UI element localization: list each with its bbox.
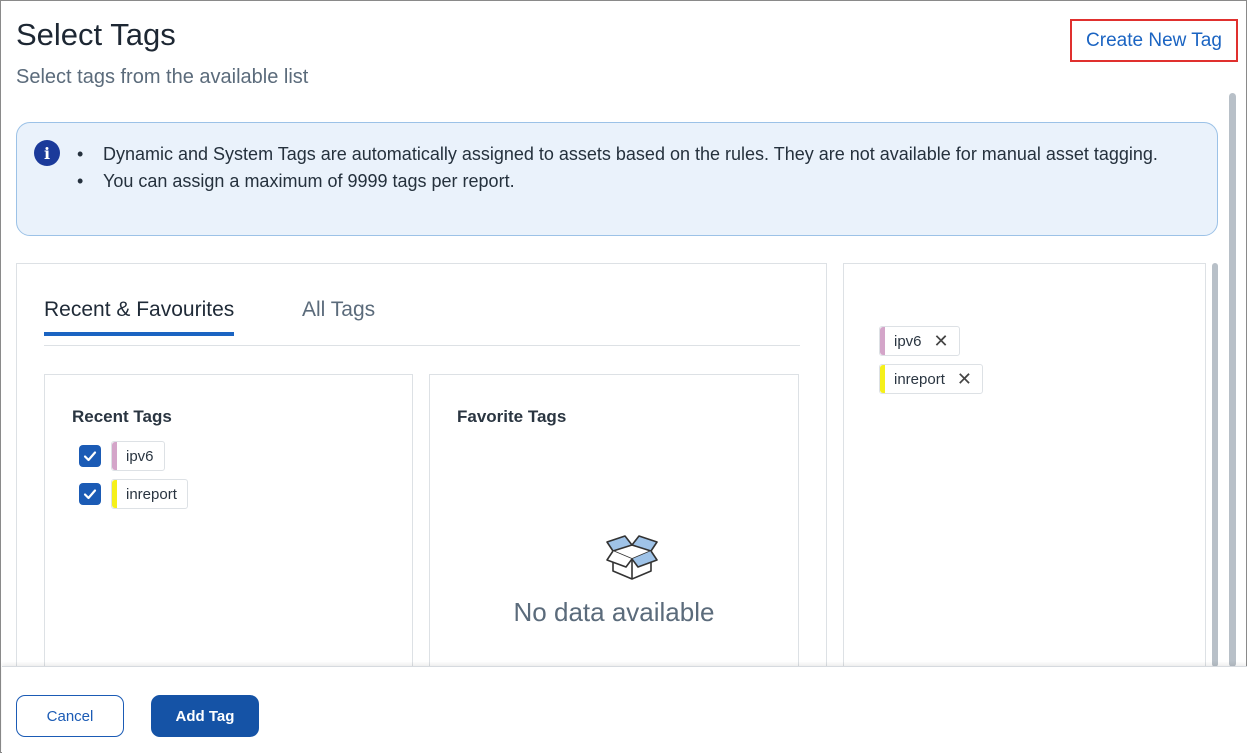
- tab-recent-favourites[interactable]: Recent & Favourites: [44, 294, 235, 336]
- tab-all-tags[interactable]: All Tags: [302, 294, 375, 346]
- remove-tag-icon[interactable]: ✕: [957, 370, 972, 388]
- selected-tags-list: ipv6 ✕ inreport ✕: [879, 326, 983, 402]
- tag-checkbox[interactable]: [79, 483, 101, 505]
- info-banner: i Dynamic and System Tags are automatica…: [16, 122, 1218, 236]
- tag-color-bar: [112, 480, 117, 508]
- add-tag-button[interactable]: Add Tag: [151, 695, 259, 737]
- empty-state-text: No data available: [513, 597, 715, 627]
- recent-tags-card: Recent Tags ipv6 inreport: [44, 374, 413, 684]
- empty-box-icon: [606, 535, 658, 580]
- favorite-tags-title: Favorite Tags: [457, 407, 567, 426]
- recent-tag-row: ipv6: [79, 441, 165, 471]
- dialog-footer: Cancel Add Tag: [2, 666, 1247, 753]
- dialog-scrollbar[interactable]: [1229, 93, 1236, 667]
- remove-tag-icon[interactable]: ✕: [934, 332, 949, 350]
- tag-color-bar: [880, 327, 885, 355]
- page-title: Select Tags: [16, 17, 176, 52]
- info-list: Dynamic and System Tags are automaticall…: [77, 141, 1187, 195]
- recent-tags-title: Recent Tags: [72, 407, 172, 426]
- tag-label: ipv6: [894, 332, 922, 350]
- favorite-tags-card: Favorite Tags No data available: [429, 374, 799, 684]
- selected-tags-panel: ipv6 ✕ inreport ✕: [843, 263, 1206, 683]
- info-item: You can assign a maximum of 9999 tags pe…: [77, 168, 1187, 195]
- tab-bar: Recent & Favourites All Tags: [44, 294, 800, 346]
- cancel-button[interactable]: Cancel: [16, 695, 124, 737]
- selected-tag-chip: inreport ✕: [879, 364, 983, 394]
- select-tags-dialog: Select Tags Select tags from the availab…: [0, 0, 1247, 753]
- tag-label: ipv6: [126, 447, 154, 465]
- tag-label: inreport: [894, 370, 945, 388]
- check-icon: [83, 489, 97, 500]
- create-new-tag-link[interactable]: Create New Tag: [1070, 19, 1238, 62]
- selected-tag-chip: ipv6 ✕: [879, 326, 960, 356]
- tag-browser-panel: Recent & Favourites All Tags Recent Tags…: [16, 263, 827, 684]
- check-icon: [83, 451, 97, 462]
- tag-color-bar: [880, 365, 885, 393]
- tag-color-bar: [112, 442, 117, 470]
- page-subtitle: Select tags from the available list: [16, 66, 309, 88]
- info-item: Dynamic and System Tags are automaticall…: [77, 141, 1187, 168]
- info-icon: i: [34, 140, 60, 166]
- tag-chip: inreport: [111, 479, 188, 509]
- recent-tag-row: inreport: [79, 479, 188, 509]
- selected-panel-scrollbar[interactable]: [1212, 263, 1218, 667]
- tag-checkbox[interactable]: [79, 445, 101, 467]
- tag-label: inreport: [126, 485, 177, 503]
- tag-chip: ipv6: [111, 441, 165, 471]
